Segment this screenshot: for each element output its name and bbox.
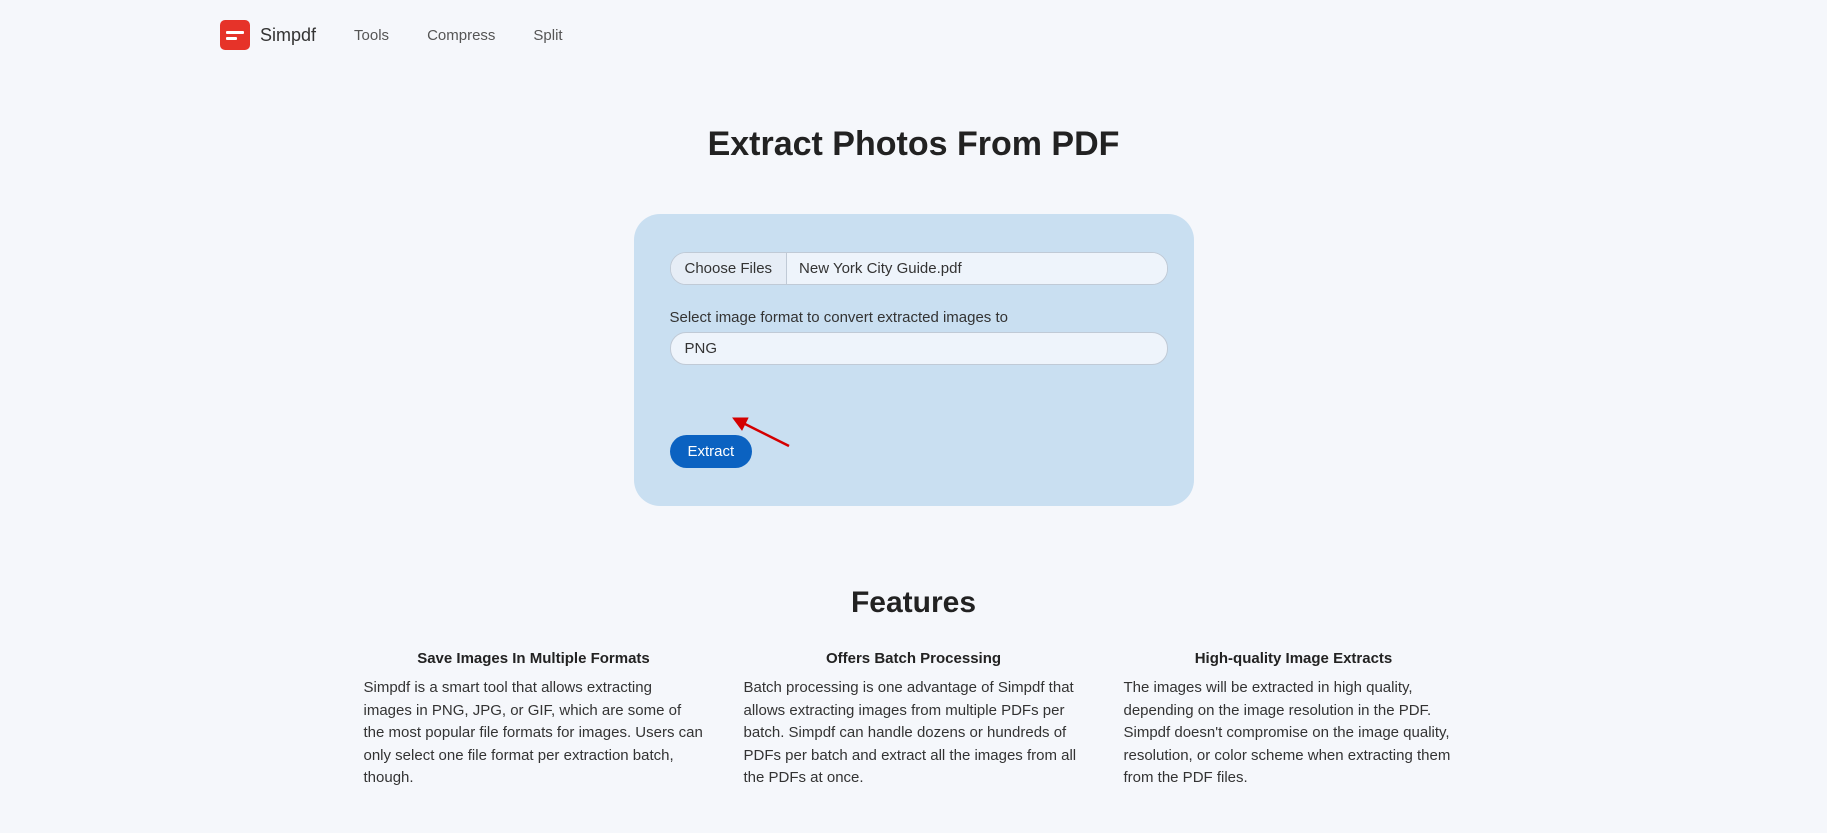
file-input-row: Choose Files New York City Guide.pdf (670, 252, 1168, 285)
features-title: Features (0, 586, 1827, 620)
features-row: Save Images In Multiple Formats Simpdf i… (344, 650, 1484, 790)
feature-heading: High-quality Image Extracts (1124, 650, 1464, 667)
feature-body: The images will be extracted in high qua… (1124, 677, 1464, 790)
feature-body: Simpdf is a smart tool that allows extra… (364, 677, 704, 790)
feature-item: High-quality Image Extracts The images w… (1124, 650, 1464, 790)
navbar: Simpdf Tools Compress Split (0, 0, 1827, 70)
nav-links: Tools Compress Split (354, 27, 563, 44)
feature-body: Batch processing is one advantage of Sim… (744, 677, 1084, 790)
selected-file-name: New York City Guide.pdf (787, 253, 1166, 284)
nav-compress[interactable]: Compress (427, 27, 495, 44)
logo-icon (220, 20, 250, 50)
extract-panel: Choose Files New York City Guide.pdf Sel… (634, 214, 1194, 506)
extract-button[interactable]: Extract (670, 435, 753, 468)
feature-item: Offers Batch Processing Batch processing… (744, 650, 1084, 790)
choose-files-button[interactable]: Choose Files (671, 253, 788, 284)
feature-heading: Offers Batch Processing (744, 650, 1084, 667)
feature-heading: Save Images In Multiple Formats (364, 650, 704, 667)
page-title: Extract Photos From PDF (0, 125, 1827, 164)
format-select[interactable]: PNG (670, 332, 1168, 365)
format-label: Select image format to convert extracted… (670, 309, 1158, 326)
brand-name: Simpdf (260, 25, 316, 46)
feature-item: Save Images In Multiple Formats Simpdf i… (364, 650, 704, 790)
nav-split[interactable]: Split (533, 27, 562, 44)
brand[interactable]: Simpdf (220, 20, 316, 50)
nav-tools[interactable]: Tools (354, 27, 389, 44)
